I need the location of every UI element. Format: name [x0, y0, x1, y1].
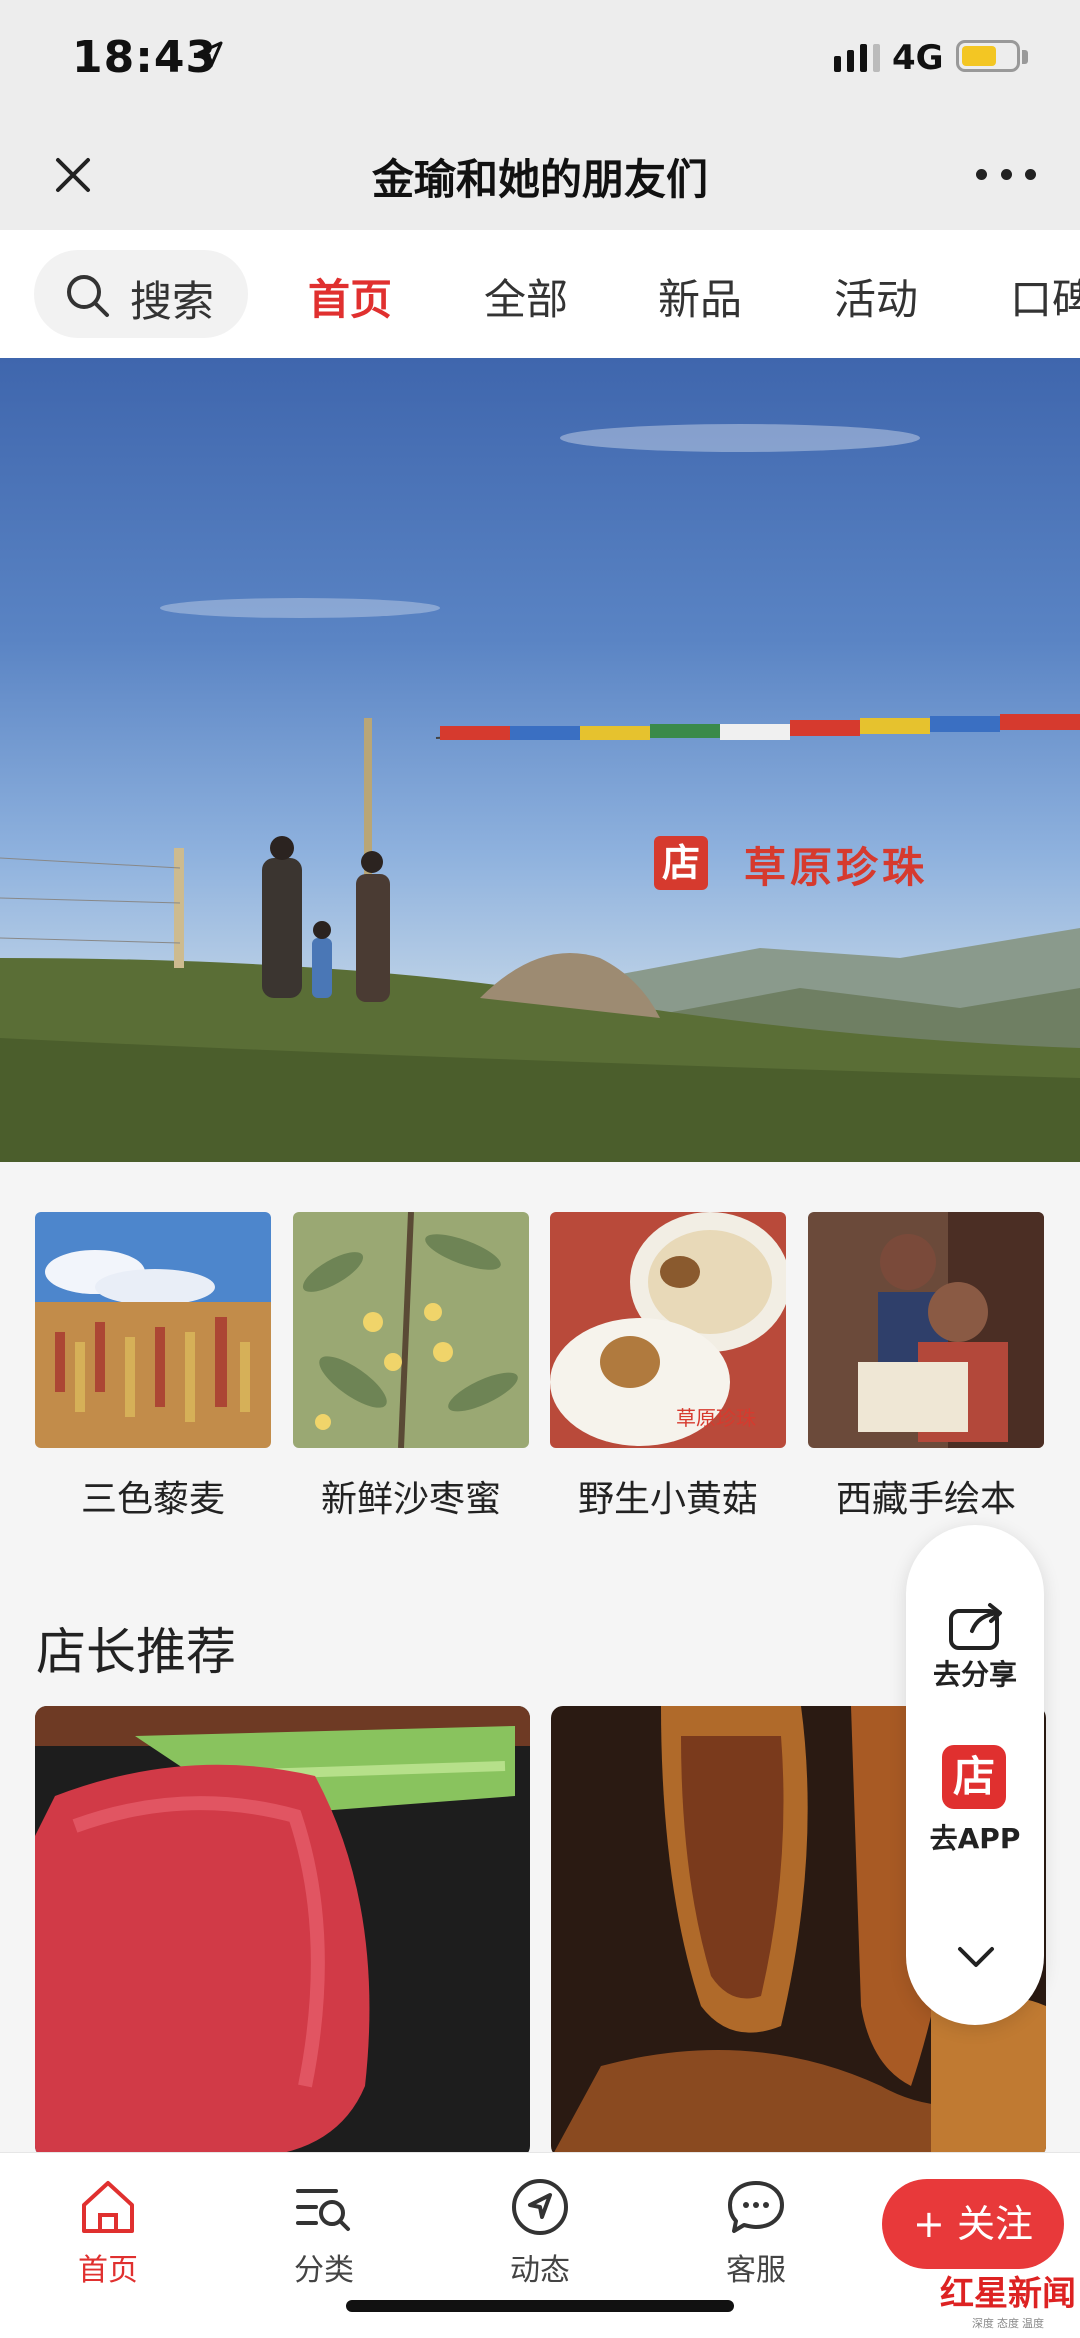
quinoa-photo — [35, 1212, 271, 1448]
search-icon — [67, 275, 109, 317]
nav-label: 动态 — [510, 2253, 570, 2288]
banner-image[interactable]: 店 草原珍珠 — [0, 358, 1080, 1162]
nav-category[interactable]: 分类 — [264, 2175, 384, 2289]
store-app-icon[interactable]: 店 — [942, 1745, 1006, 1809]
category-label: 三色藜麦 — [80, 1479, 225, 1520]
search-label: 搜索 — [130, 277, 215, 326]
floating-action-panel: 去分享 店 去APP — [906, 1525, 1044, 2025]
battery-icon — [956, 40, 1020, 72]
more-options-button[interactable] — [976, 154, 1036, 194]
watermark-logo: 红星新闻 深度 态度 温度 — [940, 2266, 1076, 2331]
category-image-mushroom: 草原珍珠 — [550, 1212, 786, 1448]
nav-feed[interactable]: 动态 — [480, 2175, 600, 2289]
category-label: 野生小黄菇 — [577, 1479, 758, 1520]
network-label: 4G — [892, 38, 944, 78]
more-dot-icon — [1000, 168, 1012, 180]
tab-activity[interactable]: 活动 — [834, 266, 918, 327]
tab-new[interactable]: 新品 — [658, 266, 742, 327]
banner-store-logo: 店 — [654, 836, 708, 890]
page-title: 金瑜和她的朋友们 — [371, 155, 708, 204]
nav-home[interactable]: 首页 — [48, 2175, 168, 2289]
home-icon — [82, 2181, 134, 2233]
nav-label: 分类 — [294, 2253, 354, 2288]
status-bar: 18:43 4G — [0, 0, 1080, 118]
image-overlay-text: 草原珍珠 — [676, 1406, 756, 1430]
category-label: 新鲜沙枣蜜 — [320, 1479, 501, 1520]
banner-brand-text: 草原珍珠 — [744, 843, 929, 892]
follow-button[interactable]: + 关注 — [882, 2179, 1064, 2269]
category-image-sketchbook — [808, 1212, 1044, 1448]
category-icon — [296, 2189, 350, 2231]
category-image-quinoa — [35, 1212, 271, 1448]
search-button[interactable]: 搜索 — [34, 250, 248, 338]
battery-fill — [962, 46, 996, 66]
chat-icon — [728, 2181, 784, 2233]
children-photo — [808, 1212, 1044, 1448]
signal-icon — [834, 44, 880, 72]
category-image-honey — [293, 1212, 529, 1448]
title-bar: 金瑜和她的朋友们 — [0, 118, 1080, 230]
tab-home[interactable]: 首页 — [308, 266, 392, 327]
product-card[interactable] — [35, 1706, 530, 2158]
tab-reviews[interactable]: 口碑 — [1010, 266, 1080, 327]
more-dot-icon — [1025, 168, 1036, 180]
chevron-down-icon[interactable] — [956, 1945, 996, 1969]
open-app-label[interactable]: 去APP — [906, 1817, 1044, 1857]
share-icon[interactable] — [948, 1601, 1006, 1651]
battery-tip — [1022, 50, 1028, 64]
more-dot-icon — [976, 168, 987, 180]
nav-label: 客服 — [726, 2253, 786, 2288]
product-image-beef — [35, 1706, 530, 2158]
honey-flower-photo — [293, 1212, 529, 1448]
category-item[interactable]: 草原珍珠 野生小黄菇 — [550, 1212, 786, 1522]
location-arrow-icon — [197, 41, 223, 68]
category-item[interactable]: 新鲜沙枣蜜 — [293, 1212, 529, 1522]
tab-nav: 搜索 首页 全部 新品 活动 口碑 — [0, 230, 1080, 358]
compass-icon — [512, 2179, 568, 2235]
share-label[interactable]: 去分享 — [906, 1653, 1044, 1693]
watermark-text: 红星新闻 — [940, 2274, 1076, 2314]
watermark-sub: 深度 态度 温度 — [971, 2318, 1045, 2330]
nav-customer-service[interactable]: 客服 — [696, 2175, 816, 2289]
category-item[interactable]: 西藏手绘本 — [808, 1212, 1044, 1522]
home-indicator — [346, 2300, 734, 2312]
tab-all[interactable]: 全部 — [484, 266, 568, 327]
banner-scene — [0, 424, 1080, 1162]
nav-label: 首页 — [78, 2253, 138, 2288]
section-title: 店长推荐 — [36, 1623, 236, 1681]
category-item[interactable]: 三色藜麦 — [35, 1212, 271, 1522]
category-label: 西藏手绘本 — [835, 1479, 1016, 1520]
